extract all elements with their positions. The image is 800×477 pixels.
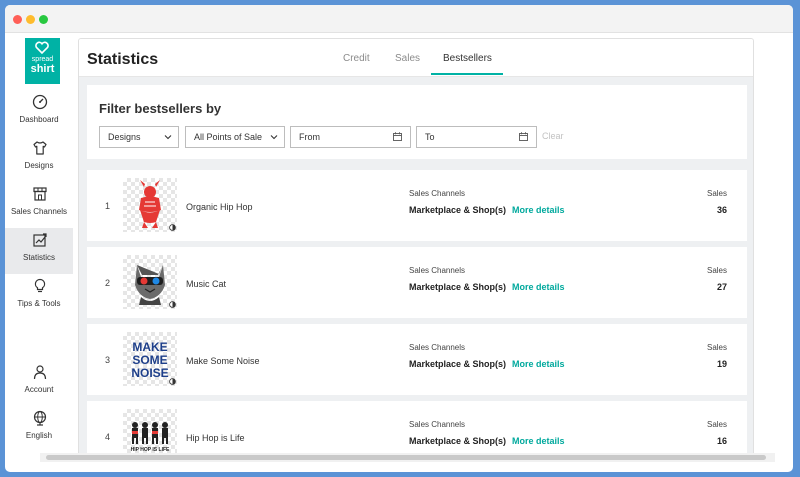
sales-label: Sales xyxy=(706,189,727,198)
design-thumbnail[interactable]: MAKE SOME NOISE xyxy=(123,332,177,386)
from-date-input[interactable]: From xyxy=(290,126,411,148)
page-title: Statistics xyxy=(87,51,159,68)
sales-count: 19 xyxy=(716,359,727,369)
sidebar-item-label: Account xyxy=(24,385,54,394)
sidebar-item-account[interactable]: Account xyxy=(5,360,73,406)
design-name: Hip Hop is Life xyxy=(186,433,245,443)
sales-channels-value: Marketplace & Shop(s) xyxy=(409,359,507,369)
sales-label: Sales xyxy=(706,343,727,352)
sales-label: Sales xyxy=(706,266,727,275)
sidebar-item-label: Sales Channels xyxy=(10,207,68,216)
sidebar-item-sales-channels[interactable]: Sales Channels xyxy=(5,182,73,228)
artwork-text: SOME xyxy=(132,353,167,367)
sales-channels-value: Marketplace & Shop(s) xyxy=(409,282,507,292)
storefront-icon xyxy=(33,187,47,201)
bestseller-row: 1 Organic Hip Hop Sales Channels Marketp… xyxy=(87,170,747,241)
sales-channels-value: Marketplace & Shop(s) xyxy=(409,436,507,446)
filter-card: Filter bestsellers by Designs All Points… xyxy=(87,85,747,159)
rank-number: 3 xyxy=(105,355,111,365)
design-type-select-value: Designs xyxy=(108,132,141,142)
design-name: Organic Hip Hop xyxy=(186,202,253,212)
points-of-sale-select-value: All Points of Sale xyxy=(194,132,263,142)
clear-filter-button[interactable]: Clear xyxy=(542,131,564,141)
sales-channels-label: Sales Channels xyxy=(409,343,466,352)
tab-bestsellers[interactable]: Bestsellers xyxy=(443,53,492,64)
sales-channels-label: Sales Channels xyxy=(409,266,466,275)
more-details-link[interactable]: More details xyxy=(512,205,565,215)
sales-count: 36 xyxy=(716,205,727,215)
to-date-input[interactable]: To xyxy=(416,126,537,148)
calendar-icon[interactable] xyxy=(519,132,528,141)
design-type-select[interactable]: Designs xyxy=(99,126,179,148)
minimize-window-button[interactable] xyxy=(26,15,35,24)
sales-channels-value: Marketplace & Shop(s) xyxy=(409,205,507,215)
maximize-window-button[interactable] xyxy=(39,15,48,24)
sidebar-item-dashboard[interactable]: Dashboard xyxy=(5,90,73,136)
contrast-icon xyxy=(169,301,176,308)
filter-title: Filter bestsellers by xyxy=(99,101,222,116)
sidebar-item-label: English xyxy=(25,431,53,440)
sidebar-item-label: Tips & Tools xyxy=(17,299,61,308)
design-thumbnail[interactable] xyxy=(123,178,177,232)
contrast-icon xyxy=(169,224,176,231)
chart-icon xyxy=(33,233,47,247)
artwork-text: MAKE xyxy=(132,340,167,354)
active-tab-indicator xyxy=(431,73,503,75)
bestseller-row: 2 Music Cat Sales Channels Marketplace &… xyxy=(87,247,747,318)
sidebar-item-label: Statistics xyxy=(22,253,55,262)
rank-number: 1 xyxy=(105,201,111,211)
design-name: Make Some Noise xyxy=(186,356,260,366)
close-window-button[interactable] xyxy=(13,15,22,24)
contrast-icon xyxy=(169,378,176,385)
to-date-placeholder: To xyxy=(425,132,435,142)
points-of-sale-select[interactable]: All Points of Sale xyxy=(185,126,285,148)
more-details-link[interactable]: More details xyxy=(512,359,565,369)
tab-credit[interactable]: Credit xyxy=(343,53,370,64)
spreadshirt-logo[interactable]: spread shirt xyxy=(25,38,60,84)
scrollbar-thumb[interactable] xyxy=(46,455,766,460)
sidebar-item-label: Designs xyxy=(24,161,54,170)
sales-count: 16 xyxy=(716,436,727,446)
page-header: Statistics Credit Sales Bestsellers xyxy=(79,39,753,77)
hip-hop-is-life-artwork: HIP HOP IS LIFE xyxy=(131,422,170,453)
logo-text-line2: shirt xyxy=(30,63,55,75)
main-panel: Statistics Credit Sales Bestsellers Filt… xyxy=(78,38,754,456)
horizontal-scrollbar[interactable] xyxy=(40,453,775,462)
design-thumbnail[interactable] xyxy=(123,255,177,309)
tshirt-icon xyxy=(33,141,47,155)
rank-number: 4 xyxy=(105,432,111,442)
design-name: Music Cat xyxy=(186,279,227,289)
design-thumbnail[interactable]: HIP HOP IS LIFE xyxy=(123,409,177,455)
sidebar-item-language[interactable]: English xyxy=(5,406,73,452)
heart-logo-icon xyxy=(35,41,49,55)
bestseller-row: 4 HIP HOP IS LIFE Hip Hop is Life Sales … xyxy=(87,401,747,455)
rank-number: 2 xyxy=(105,278,111,288)
more-details-link[interactable]: More details xyxy=(512,436,565,446)
tab-sales[interactable]: Sales xyxy=(395,53,420,64)
sidebar-item-designs[interactable]: Designs xyxy=(5,136,73,182)
user-icon xyxy=(33,365,47,380)
sidebar-item-statistics[interactable]: Statistics xyxy=(5,228,73,274)
sales-label: Sales xyxy=(706,420,727,429)
sidebar-item-label: Dashboard xyxy=(19,115,59,124)
window-titlebar xyxy=(5,5,793,33)
chevron-down-icon xyxy=(164,135,172,140)
sidebar-item-tips-tools[interactable]: Tips & Tools xyxy=(5,274,73,320)
more-details-link[interactable]: More details xyxy=(512,282,565,292)
calendar-icon[interactable] xyxy=(393,132,402,141)
sales-channels-label: Sales Channels xyxy=(409,420,466,429)
chevron-down-icon xyxy=(270,135,278,140)
globe-icon xyxy=(33,410,47,426)
from-date-placeholder: From xyxy=(299,132,320,142)
lightbulb-icon xyxy=(34,278,46,293)
artwork-text: NOISE xyxy=(131,366,168,380)
sidebar: spread shirt Dashboard Designs Sales Cha… xyxy=(5,38,73,452)
sales-channels-label: Sales Channels xyxy=(409,189,466,198)
bestseller-row: 3 MAKE SOME NOISE Make Some Noise Sales … xyxy=(87,324,747,395)
speedometer-icon xyxy=(32,94,48,110)
sales-count: 27 xyxy=(716,282,727,292)
